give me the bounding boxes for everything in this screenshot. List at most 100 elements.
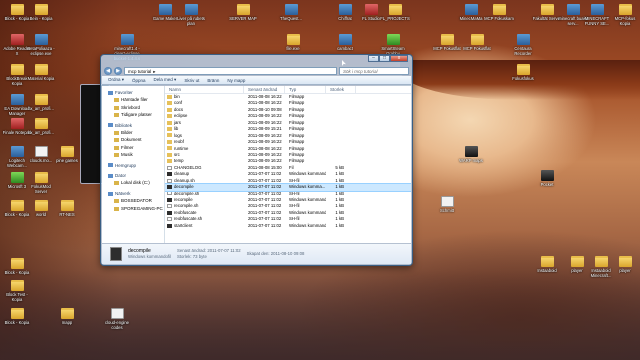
desktop-icon[interactable]: player <box>610 256 640 273</box>
file-type-text: Filmapp <box>289 119 305 125</box>
nav-item[interactable]: Dator <box>102 172 164 179</box>
nav-item[interactable]: Musik <box>102 151 164 158</box>
file-date-text: 2011-08-09 16:22 <box>248 139 282 145</box>
dark-icon <box>464 146 478 157</box>
green-icon <box>10 172 24 183</box>
desktop-icon[interactable]: Block Test - Kopia <box>2 280 32 302</box>
folder-icon <box>167 127 172 132</box>
desktop-icon[interactable]: Material Kopia <box>26 64 56 81</box>
desktop-icon[interactable]: Instaaboid <box>532 256 562 273</box>
back-button[interactable]: ◀ <box>104 66 112 75</box>
desktop-icon[interactable]: Fokusfokus <box>508 64 538 81</box>
desktop-icon-label: MinecMaMa <box>459 16 483 21</box>
file-date-text: 2011-08-09 16:22 <box>248 158 282 164</box>
desktop-icon-label: Centaura Recorder <box>514 46 532 56</box>
desktop-icon[interactable]: Block - Kopia <box>2 308 32 325</box>
location-icon <box>114 105 119 110</box>
desktop-icon-label: cambact <box>337 46 353 51</box>
nav-item[interactable]: Tidigare platser <box>102 111 164 118</box>
nav-item-label: SPOREGAMING-PC <box>121 205 163 211</box>
file-row[interactable]: startclient 2011-07-07 11:02 Windows komma… <box>165 223 411 229</box>
nav-item[interactable]: Hämtade filer <box>102 96 164 103</box>
minimize-button[interactable]: – <box>368 55 379 62</box>
nav-item[interactable]: Skrivbord <box>102 104 164 111</box>
desktop-icon[interactable]: file.exe <box>278 34 308 51</box>
nav-item[interactable]: Bibliotek <box>102 122 164 129</box>
nav-item-label: Hämtade filer <box>121 97 148 103</box>
nav-item[interactable]: BOSSEDATOR <box>102 197 164 204</box>
nav-item[interactable]: SPOREGAMING-PC <box>102 205 164 212</box>
nav-item[interactable]: Dokument <box>102 136 164 143</box>
details-pane: decompile Windows kommandofil Senast änd… <box>102 244 411 264</box>
desktop-icon[interactable]: cloud-engine codes <box>102 308 132 330</box>
nav-item[interactable]: Bilder <box>102 129 164 136</box>
file-type-text: Windows kommand... <box>289 197 326 202</box>
search-input[interactable]: Sök i mcp tutorial <box>339 66 409 75</box>
desktop-icon[interactable]: Schmitt <box>432 196 462 213</box>
desktop-icon[interactable]: SmartSteam Grabby <box>378 34 408 56</box>
desktop-icon[interactable]: Liver på rubets plan <box>176 4 206 26</box>
address-bar[interactable]: mcp tutorial ▸ <box>124 66 337 75</box>
desktop-icon[interactable]: SERVER MAP <box>228 4 258 21</box>
group-icon <box>108 123 113 128</box>
desktop-icon[interactable]: hx_arr_profi... <box>26 118 56 135</box>
desktop-icon[interactable]: Bein - Kopia <box>26 4 56 21</box>
column-name[interactable]: Namn <box>165 86 244 93</box>
explorer-window[interactable]: – □ x ◀ ▶ mcp tutorial ▸ Sök i mcp tutor… <box>100 54 413 266</box>
file-date-text: 2011-07-07 11:02 <box>248 197 282 202</box>
toolbar-organize[interactable]: Ordna ▾ <box>108 77 124 83</box>
desktop-icon[interactable]: mapp <box>52 308 82 325</box>
nav-item[interactable]: Nätverk <box>102 190 164 197</box>
maximize-button[interactable]: □ <box>379 55 390 62</box>
nav-item-label: Dator <box>115 173 127 179</box>
desktop-icon[interactable]: FL_PROJECTS <box>380 4 410 21</box>
desktop-icon[interactable]: MCP Fokuskam <box>484 4 514 21</box>
desktop-icon[interactable]: FokusMod Server <box>26 172 56 194</box>
column-date[interactable]: Senast ändrad <box>244 86 285 93</box>
desktop-icon[interactable]: MCP Fokusflat <box>462 34 492 51</box>
nav-item[interactable]: Lokal disk (C:) <box>102 179 164 186</box>
desktop-icon-label: FL_PROJECTS <box>380 16 410 21</box>
column-type[interactable]: Typ <box>285 86 326 93</box>
group-icon <box>108 191 113 196</box>
desktop-icon[interactable]: TheQuest... <box>276 4 306 21</box>
desktop-icon[interactable]: MinecMaMa <box>456 4 486 21</box>
desktop-icon[interactable]: hx_arr_profi... <box>26 94 56 111</box>
toolbar-print[interactable]: Skriv ut <box>184 78 199 83</box>
desktop-icon[interactable]: pine games <box>52 146 82 163</box>
breadcrumb-current[interactable]: mcp tutorial <box>128 68 151 74</box>
title-bar[interactable]: – □ x <box>101 55 412 65</box>
toolbar-open[interactable]: Öppna <box>132 78 146 83</box>
desktop-icon[interactable]: Block - Kopia <box>2 258 32 275</box>
details-size-label: Storlek: <box>176 254 192 259</box>
desktop-icon[interactable]: MINECRAFT FUNNY SE... <box>582 4 612 26</box>
file-size-text: 1 kB <box>335 171 344 177</box>
desktop-icon-label: BetaPoliaaza - eclipse.exe <box>27 46 55 56</box>
desktop-icon[interactable]: MCP-fokus Kopia <box>610 4 640 26</box>
toolbar-new-folder[interactable]: Ny mapp <box>227 78 245 83</box>
desktop-icon[interactable]: cambact <box>330 34 360 51</box>
toolbar-burn[interactable]: Bränn <box>207 78 219 83</box>
folder-icon <box>10 4 24 15</box>
command-bar: Ordna ▾ Öppna Dela med ▾ Skriv ut Bränn … <box>102 76 411 85</box>
desktop-icon[interactable]: RT-NES <box>52 200 82 217</box>
nav-item[interactable]: Favoriter <box>102 89 164 96</box>
desktop-icon[interactable]: MCP Fokusflat <box>432 34 462 51</box>
desktop-icon[interactable]: Pocket <box>532 170 562 187</box>
desktop-icon[interactable]: WARP maps <box>456 146 486 163</box>
nav-item[interactable]: Filmer <box>102 144 164 151</box>
file-name-text: docs <box>174 106 184 112</box>
desktop-icon[interactable]: BetaPoliaaza - eclipse.exe <box>26 34 56 56</box>
toolbar-share[interactable]: Dela med ▾ <box>154 77 177 83</box>
wallpaper-ground <box>0 270 640 360</box>
exe-icon <box>167 223 172 228</box>
close-button[interactable]: x <box>390 55 408 62</box>
forward-button[interactable]: ▶ <box>114 66 122 75</box>
folder-icon <box>167 133 172 138</box>
desktop-icon[interactable]: Centaura Recorder <box>508 34 538 56</box>
location-icon <box>114 199 119 204</box>
column-size[interactable]: Storlek <box>326 86 356 93</box>
breadcrumb-chevron-icon[interactable]: ▸ <box>153 68 155 74</box>
file-name: startclient <box>165 223 244 229</box>
nav-item[interactable]: Hemgrupp <box>102 162 164 169</box>
